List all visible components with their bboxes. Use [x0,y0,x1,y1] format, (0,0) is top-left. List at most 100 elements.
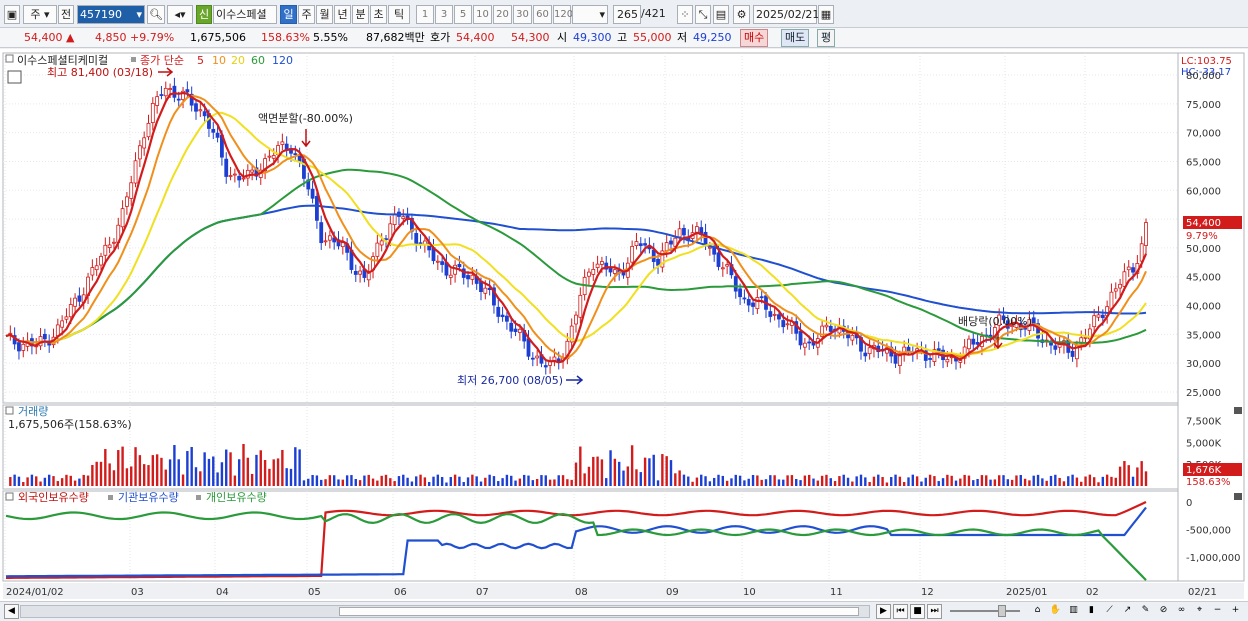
count-input[interactable]: 265 [613,5,641,24]
stock-chart[interactable]: 이수스페셜티케미컬 종가 단순 5 10 20 60 120 최고 81,400… [0,49,1248,601]
candle-body [42,333,47,340]
volume-bar [307,478,310,486]
candle-body [612,269,617,274]
interval-3[interactable]: 3 [435,5,453,24]
volume-bar [566,479,569,486]
grid-icon[interactable]: ⁘ [677,5,693,24]
interval-120[interactable]: 120 [553,5,573,24]
candle-body [453,264,457,275]
period-select[interactable]: 주 ▾ [23,5,57,24]
stock-code-input[interactable]: 457190 ▾ [77,5,145,24]
link-icon[interactable]: ∞ [1174,604,1189,619]
calendar-icon[interactable]: ▦ [818,5,834,24]
volume-bar [332,475,336,486]
period-day[interactable]: 일 [280,5,297,24]
volume-bar [829,478,832,486]
volume-bar [328,475,332,486]
interval-1[interactable]: 1 [416,5,434,24]
candle-body [496,306,501,317]
buy-button[interactable]: 매수 [740,29,769,47]
eval-button[interactable]: 평 [817,29,836,47]
interval-20[interactable]: 20 [493,5,512,24]
period-month[interactable]: 월 [316,5,333,24]
period-minute[interactable]: 분 [352,5,369,24]
last-icon[interactable]: ⏭ [927,604,942,619]
scroll-left-icon[interactable]: ◀ [4,604,19,619]
trend-icon[interactable]: ↗ [1120,604,1135,619]
volume-bar [186,451,189,486]
volume-bar [954,480,958,486]
volume-toggle-icon[interactable] [5,406,14,415]
prev-button[interactable]: 전 [58,5,74,24]
stop-icon[interactable]: ■ [910,604,925,619]
first-icon[interactable]: ⏮ [893,604,908,619]
date-input[interactable]: 2025/02/21 [753,5,819,24]
search-icon[interactable]: 🔍︎ [147,5,165,24]
interval-10[interactable]: 10 [473,5,492,24]
candle-body [1131,267,1135,273]
volume-bar [574,462,578,486]
save-icon[interactable]: ▤ [713,5,729,24]
chart-menu-icon[interactable]: ▣ [4,5,20,24]
volume-bar [1067,476,1070,486]
cross-tool-icon[interactable]: ⤡ [695,5,711,24]
volume-bar [1080,481,1083,486]
volume-bar [725,480,729,486]
volume-bar [799,480,802,486]
volume-bar [872,476,876,486]
candle-body [1144,222,1148,246]
sell-button[interactable]: 매도 [781,29,810,47]
period-second[interactable]: 초 [370,5,387,24]
interval-dropdown-icon[interactable]: ▾ [599,6,605,23]
scrollbar-track[interactable] [20,605,870,618]
cursor-icon[interactable]: ⌖ [1192,604,1207,619]
panel-toggle-icon[interactable] [5,54,14,63]
lasso-icon[interactable]: ⊘ [1156,604,1171,619]
zoom-in-icon[interactable]: + [1228,604,1243,619]
period-tick[interactable]: 틱 [388,5,410,24]
scrollbar-thumb[interactable] [339,607,859,616]
zoom-out-icon[interactable]: − [1210,604,1225,619]
line-chart-icon[interactable]: ⟋ [1102,604,1117,619]
volume-value: 1,675,506 [190,31,246,44]
zoom-slider-handle[interactable] [998,605,1006,617]
zoom-slider[interactable] [950,610,1020,612]
scroll-right-icon[interactable]: ▶ [876,604,891,619]
chart-type-icon[interactable]: ▥ [1066,604,1081,619]
candle-body [600,261,604,265]
pin-icon[interactable]: ⌂ [1030,604,1045,619]
candle-body [772,313,777,316]
volume-bar [117,450,120,486]
candle-body [133,160,138,184]
holder-close-icon[interactable] [1234,493,1242,500]
candle-body [293,153,298,156]
price-change-pct: +9.79% [130,31,175,44]
sound-icon[interactable]: ◂▾ [167,5,193,24]
interval-60[interactable]: 60 [533,5,552,24]
candle-body [1031,317,1036,325]
volume-bar [864,477,867,486]
candle-body [280,141,285,145]
interval-30[interactable]: 30 [513,5,532,24]
volume-bar [112,470,116,486]
settings-gear-icon[interactable]: ⚙ [733,5,750,24]
candle-body [1126,266,1131,271]
chart-area[interactable]: 이수스페셜티케미컬 종가 단순 5 10 20 60 120 최고 81,400… [0,49,1248,601]
holder-toggle-icon[interactable] [5,492,14,501]
bar-chart-icon[interactable]: ▮ [1084,604,1099,619]
candle-body [319,222,324,244]
draw-icon[interactable]: ✎ [1138,604,1153,619]
price-y-label: 50,000 [1186,244,1221,255]
volume-close-icon[interactable] [1234,407,1242,414]
interval-custom[interactable]: ▾ [572,5,608,24]
volume-bar [91,464,94,486]
stock-name[interactable]: 이수스페셜 [213,5,277,24]
period-week[interactable]: 주 [298,5,315,24]
current-price-tag-value: 54,400 [1186,218,1221,229]
table-icon[interactable] [7,70,22,84]
interval-5[interactable]: 5 [454,5,472,24]
hand-icon[interactable]: ✋ [1048,604,1063,619]
code-dropdown-icon[interactable]: ▾ [136,6,142,23]
period-year[interactable]: 년 [334,5,351,24]
volume-bar [406,477,409,486]
